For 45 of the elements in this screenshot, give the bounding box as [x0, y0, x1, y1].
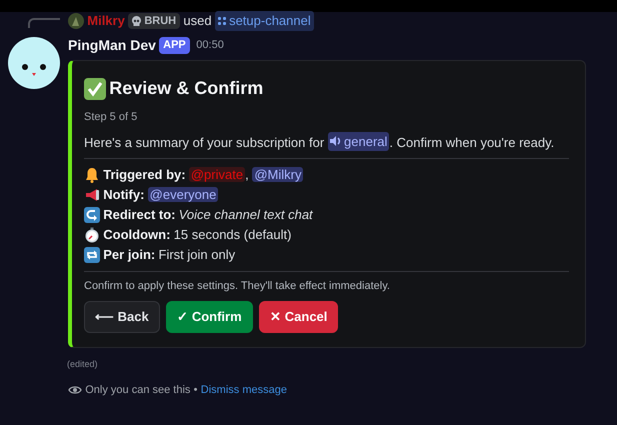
- dismiss-link[interactable]: Dismiss message: [200, 382, 287, 398]
- reply-connector: [28, 18, 60, 28]
- summary-text: Here's a summary of your subscription for general. Confirm when you're ready.: [84, 132, 556, 152]
- step-text: Step 5 of 5: [84, 110, 138, 124]
- field-value: First join only: [158, 247, 236, 262]
- field-label: Per join:: [103, 246, 156, 264]
- field-value: Voice channel text chat: [178, 207, 313, 222]
- field-label: Triggered by:: [103, 166, 186, 184]
- timestamp: 00:50: [196, 38, 224, 54]
- command-link[interactable]: setup-channel: [214, 11, 314, 31]
- embed-title: Review & Confirm: [109, 77, 264, 100]
- speaker-icon: [330, 136, 341, 146]
- command-name[interactable]: setup-channel: [229, 11, 311, 31]
- field-label: Cooldown:: [103, 226, 170, 244]
- channel-mention[interactable]: general: [328, 132, 390, 151]
- tag-text: BRUH: [144, 14, 176, 29]
- field-label: Notify:: [103, 186, 144, 204]
- visibility-note: Only you can see this: [85, 382, 190, 398]
- separator-dot: •: [194, 382, 198, 398]
- app-badge: APP: [159, 37, 190, 54]
- author-name[interactable]: PingMan Dev: [68, 35, 156, 56]
- eye-icon: [68, 384, 82, 396]
- footer-text: Confirm to apply these settings. They'll take effect immediately.: [84, 279, 391, 294]
- megaphone-icon: [84, 186, 100, 203]
- cancel-button[interactable]: ✕ Cancel: [259, 301, 338, 334]
- skull-icon: [132, 16, 142, 26]
- avatar: [8, 37, 60, 89]
- repeat-icon: [84, 246, 100, 263]
- avatar-icon: [68, 13, 84, 29]
- user-mention[interactable]: @Milkry: [252, 167, 304, 182]
- used-text: used: [183, 12, 212, 30]
- bell-icon: [84, 166, 100, 183]
- check-mark-icon: [84, 78, 106, 100]
- confirm-button[interactable]: ✓ Confirm: [166, 301, 253, 334]
- field-label: Redirect to:: [103, 206, 176, 224]
- stopwatch-icon: [84, 226, 100, 243]
- command-icon: [218, 17, 226, 25]
- field-value: 15 seconds (default): [174, 227, 292, 242]
- redirect-icon: [84, 206, 100, 223]
- username[interactable]: Milkry: [87, 11, 125, 31]
- edited-label: (edited): [67, 359, 98, 370]
- field-value: ,: [245, 167, 250, 182]
- role-mention[interactable]: @private: [188, 167, 246, 182]
- user-mention[interactable]: @everyone: [148, 187, 218, 202]
- back-button[interactable]: ⟵ Back: [84, 301, 160, 334]
